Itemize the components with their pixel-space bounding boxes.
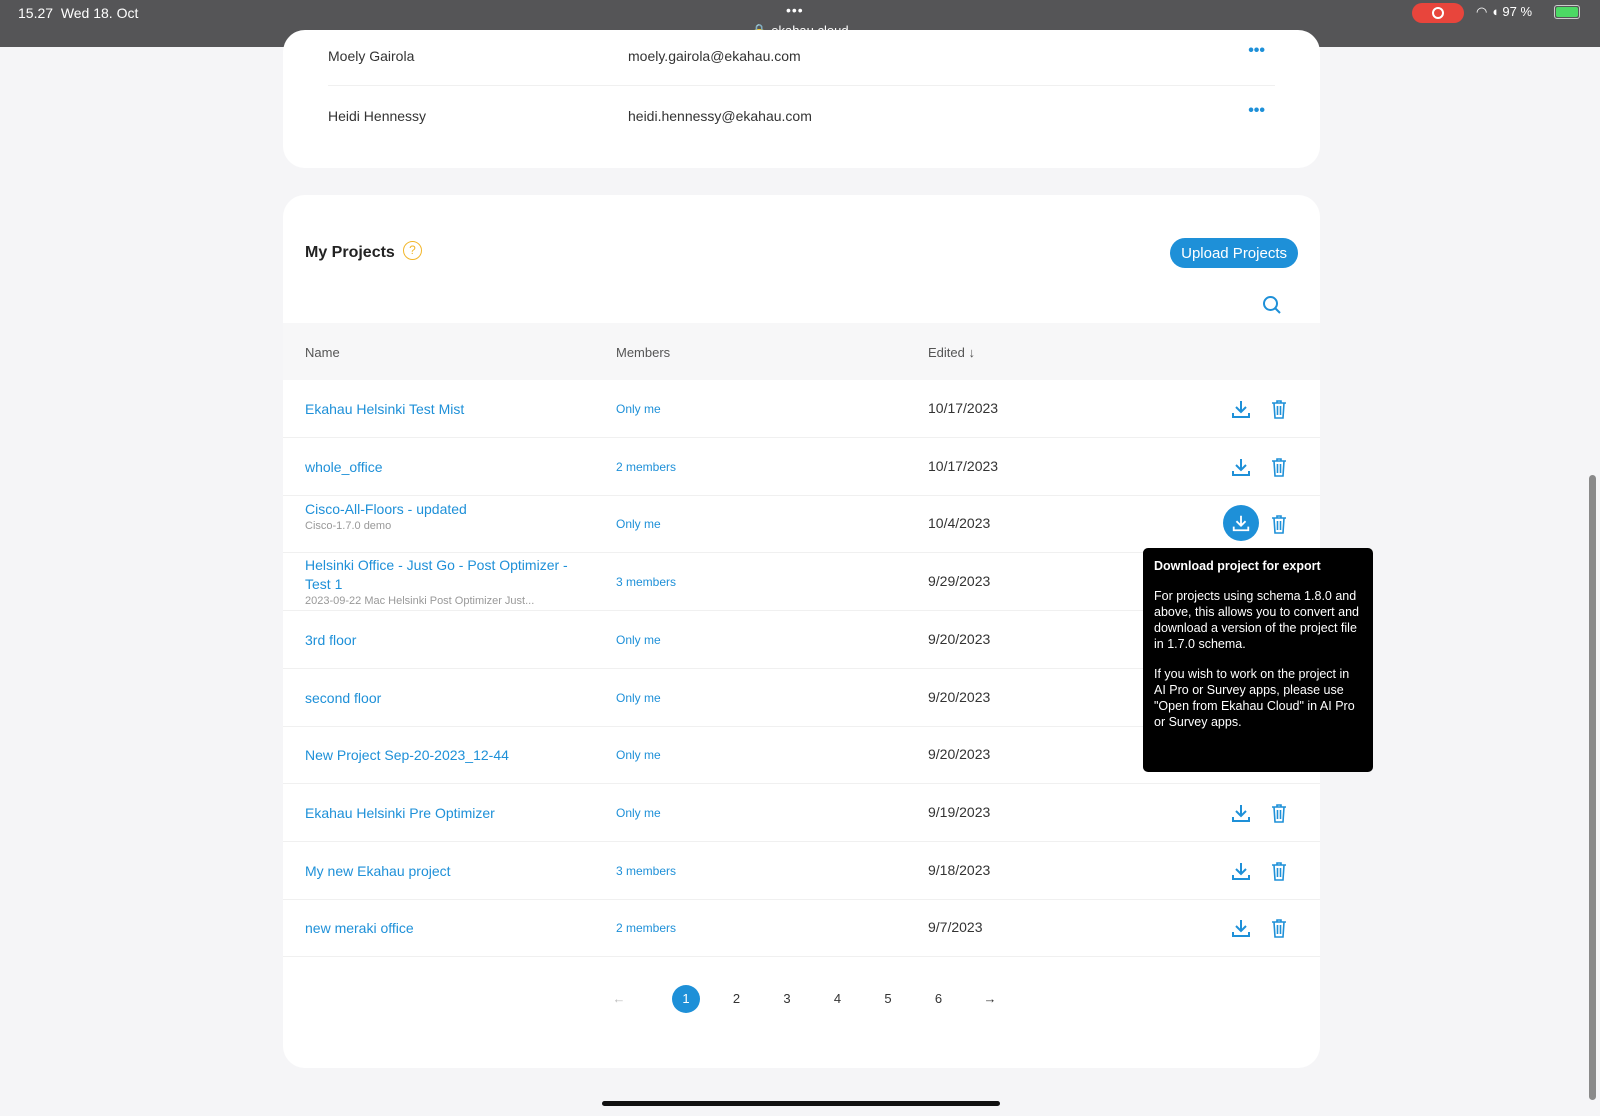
- project-description: Cisco-1.7.0 demo: [305, 520, 392, 533]
- table-row[interactable]: new meraki office 2 members 9/7/2023: [283, 899, 1320, 958]
- table-header: Name Members Edited ↓: [283, 323, 1320, 380]
- project-members-link[interactable]: Only me: [616, 748, 661, 762]
- table-row[interactable]: Ekahau Helsinki Test Mist Only me 10/17/…: [283, 380, 1320, 438]
- project-name-link[interactable]: Ekahau Helsinki Pre Optimizer: [305, 805, 495, 821]
- download-icon[interactable]: [1230, 398, 1252, 420]
- member-email: moely.gairola@ekahau.com: [628, 48, 801, 64]
- project-name-link[interactable]: Ekahau Helsinki Test Mist: [305, 401, 464, 417]
- project-members-link[interactable]: 3 members: [616, 864, 676, 878]
- member-row: Moely Gairola moely.gairola@ekahau.com •…: [328, 28, 1275, 86]
- project-edited-date: 9/20/2023: [928, 746, 991, 763]
- next-page-button[interactable]: →: [977, 991, 1003, 1006]
- project-members-link[interactable]: 2 members: [616, 460, 676, 474]
- trash-icon[interactable]: [1271, 861, 1287, 881]
- trash-icon[interactable]: [1271, 514, 1287, 535]
- page-button[interactable]: 1: [672, 985, 700, 1013]
- project-edited-date: 10/17/2023: [928, 400, 999, 416]
- trash-icon[interactable]: [1271, 457, 1287, 477]
- project-members-link[interactable]: Only me: [616, 691, 661, 705]
- upload-projects-button[interactable]: Upload Projects: [1170, 238, 1298, 268]
- project-edited-date: 10/4/2023: [928, 515, 991, 532]
- tooltip-title: Download project for export: [1154, 559, 1321, 573]
- home-indicator[interactable]: [602, 1101, 1000, 1106]
- members-card: Moely Gairola moely.gairola@ekahau.com •…: [283, 30, 1320, 168]
- project-name-link[interactable]: New Project Sep-20-2023_12-44: [305, 747, 509, 763]
- page-button[interactable]: 4: [825, 991, 851, 1006]
- tooltip-text-2: If you wish to work on the project in AI…: [1154, 667, 1355, 729]
- more-icon[interactable]: •••: [1248, 102, 1265, 120]
- project-edited-date: 9/20/2023: [928, 630, 991, 647]
- member-row: Heidi Hennessy heidi.hennessy@ekahau.com…: [328, 88, 1275, 146]
- table-row[interactable]: whole_office 2 members 10/17/2023: [283, 438, 1320, 496]
- download-icon[interactable]: [1230, 802, 1252, 824]
- project-name-link[interactable]: second floor: [305, 690, 381, 706]
- column-edited[interactable]: Edited ↓: [928, 345, 975, 360]
- table-row[interactable]: My new Ekahau project 3 members 9/18/202…: [283, 842, 1320, 900]
- member-email: heidi.hennessy@ekahau.com: [628, 108, 812, 124]
- page-button[interactable]: 2: [724, 991, 750, 1006]
- prev-page-button[interactable]: ←: [606, 991, 632, 1006]
- system-indicators: ◠ ◖ 97 %: [1476, 4, 1533, 19]
- page-button[interactable]: 3: [774, 991, 800, 1006]
- trash-icon[interactable]: [1271, 918, 1287, 939]
- download-tooltip: Download project for export For projects…: [1143, 548, 1373, 772]
- trash-icon[interactable]: [1271, 399, 1287, 419]
- project-name-link[interactable]: Helsinki Office - Just Go - Post Optimiz…: [305, 557, 568, 592]
- column-name[interactable]: Name: [305, 345, 340, 360]
- download-icon[interactable]: [1230, 456, 1252, 478]
- more-icon[interactable]: •••: [1248, 42, 1265, 60]
- project-edited-date: 9/20/2023: [928, 688, 991, 705]
- download-icon[interactable]: [1223, 505, 1259, 542]
- trash-icon[interactable]: [1271, 803, 1287, 823]
- project-name-link[interactable]: new meraki office: [305, 920, 414, 936]
- project-members-link[interactable]: Only me: [616, 402, 661, 416]
- project-name-link[interactable]: Cisco-All-Floors - updated: [305, 501, 467, 517]
- member-name: Moely Gairola: [328, 48, 415, 64]
- table-row[interactable]: Ekahau Helsinki Pre Optimizer Only me 9/…: [283, 784, 1320, 842]
- page-title: My Projects: [305, 244, 395, 261]
- page-button[interactable]: 5: [875, 991, 901, 1006]
- project-edited-date: 9/18/2023: [928, 861, 991, 878]
- status-time: 15.27 Wed 18. Oct: [18, 5, 139, 21]
- download-icon[interactable]: [1230, 917, 1252, 939]
- project-name-link[interactable]: whole_office: [305, 459, 383, 475]
- project-name-link[interactable]: My new Ekahau project: [305, 863, 451, 879]
- column-members[interactable]: Members: [616, 345, 670, 360]
- project-members-link[interactable]: Only me: [616, 806, 661, 820]
- project-edited-date: 9/19/2023: [928, 803, 991, 820]
- search-icon[interactable]: [1262, 295, 1282, 315]
- table-row[interactable]: Cisco-All-Floors - updated Cisco-1.7.0 de…: [283, 495, 1320, 554]
- battery-percent: 97 %: [1502, 4, 1533, 19]
- scrollbar[interactable]: [1589, 475, 1596, 1100]
- pagination: ← 1 2 3 4 5 6 →: [283, 985, 1320, 1015]
- project-members-link[interactable]: Only me: [616, 633, 661, 647]
- project-members-link[interactable]: 3 members: [616, 575, 676, 589]
- project-edited-date: 9/7/2023: [928, 919, 983, 936]
- project-members-link[interactable]: 2 members: [616, 921, 676, 935]
- project-members-link[interactable]: Only me: [616, 517, 661, 531]
- member-name: Heidi Hennessy: [328, 108, 427, 124]
- project-edited-date: 9/29/2023: [928, 573, 991, 590]
- download-icon[interactable]: [1230, 860, 1252, 882]
- help-icon[interactable]: ?: [403, 241, 422, 260]
- tooltip-text-1: For projects using schema 1.8.0 and abov…: [1154, 589, 1359, 651]
- project-edited-date: 10/17/2023: [928, 457, 999, 474]
- screen-record-icon[interactable]: [1412, 3, 1464, 23]
- project-name-link[interactable]: 3rd floor: [305, 632, 356, 648]
- project-description: 2023-09-22 Mac Helsinki Post Optimizer J…: [305, 595, 535, 608]
- battery-icon: [1554, 5, 1580, 19]
- page-button[interactable]: 6: [926, 991, 952, 1006]
- more-dots[interactable]: •••: [786, 2, 804, 18]
